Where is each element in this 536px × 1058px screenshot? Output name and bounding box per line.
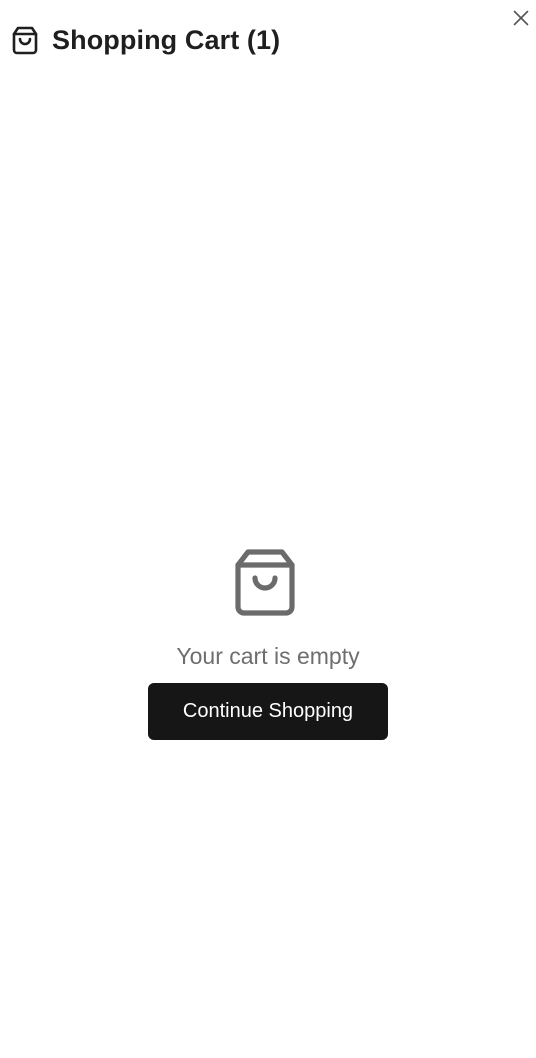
continue-shopping-button[interactable]: Continue Shopping — [148, 683, 388, 740]
cart-header: Shopping Cart (1) — [0, 0, 536, 80]
empty-cart-state: Your cart is empty Continue Shopping — [0, 548, 536, 740]
shopping-bag-icon — [12, 26, 38, 55]
cart-title: Shopping Cart (1) — [52, 25, 281, 55]
empty-cart-message: Your cart is empty — [176, 643, 360, 669]
shopping-bag-icon — [235, 549, 295, 616]
close-icon[interactable] — [513, 10, 529, 26]
close-button[interactable] — [506, 4, 536, 32]
